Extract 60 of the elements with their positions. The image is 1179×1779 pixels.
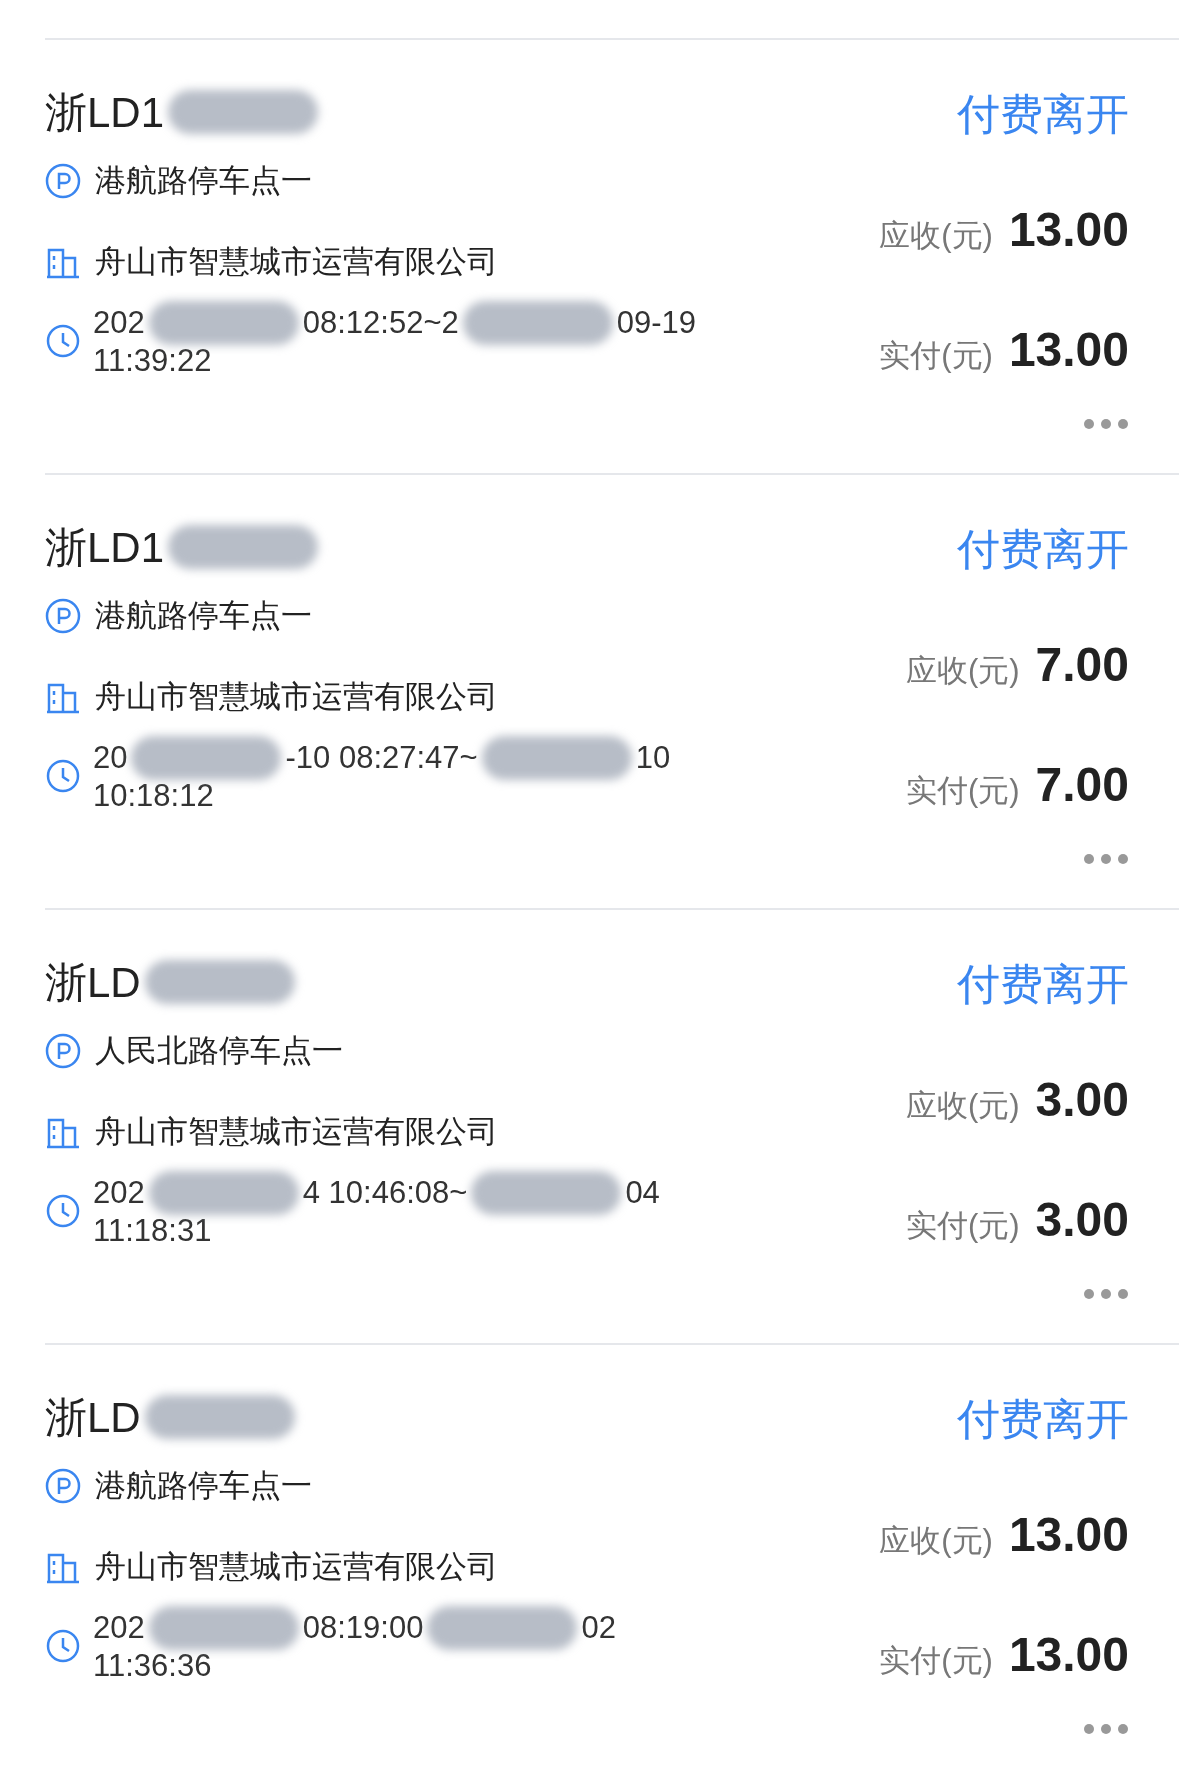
parking-icon [45,1468,81,1505]
company-name: 舟山市智慧城市运营有限公司 [95,242,498,281]
time-text: 10:18:12 [93,778,215,814]
location-name: 港航路停车点一 [95,162,312,200]
amount-label: 应收(元) [905,652,1020,690]
company-name: 舟山市智慧城市运营有限公司 [95,1547,498,1586]
plate-number: 浙LD [45,957,141,1008]
time-text: 4 10:46:08~ [302,1175,468,1211]
parking-icon [45,598,81,635]
time-text: 202 [93,1175,145,1211]
time-text: 10 [635,740,671,776]
plate-number: 浙LD1 [45,522,165,573]
amount-label: 应收(元) [879,1522,993,1560]
time-text: 02 [581,1610,616,1646]
amount-value: 7.00 [1035,637,1129,693]
time-text: 08:19:00 [302,1610,424,1646]
time-text: 202 [93,1610,145,1646]
clock-icon [45,1193,81,1229]
pay-leave-button[interactable]: 付费离开 [957,1387,1129,1447]
amount-value: 13.00 [1008,322,1129,378]
time-text: -10 08:27:47~ [285,740,478,776]
clock-icon [45,758,81,794]
location-name: 港航路停车点一 [95,597,312,635]
time-text: 11:36:36 [93,1648,213,1684]
clock-icon [45,1628,81,1664]
parking-icon [45,1033,81,1070]
more-icon[interactable] [1083,1723,1129,1735]
more-icon[interactable] [1083,1288,1129,1300]
amount-label: 实付(元) [905,772,1020,810]
amount-value: 13.00 [1008,1507,1129,1563]
amount-label: 应收(元) [905,1087,1020,1125]
location-name: 人民北路停车点一 [95,1032,343,1070]
plate-number: 浙LD1 [45,87,165,138]
amount-value: 3.00 [1035,1192,1129,1248]
time-text: 04 [625,1175,660,1211]
more-icon[interactable] [1083,418,1129,430]
time-text: 20 [93,740,128,776]
company-name: 舟山市智慧城市运营有限公司 [95,677,498,716]
pay-leave-button[interactable]: 付费离开 [957,952,1129,1012]
amount-label: 实付(元) [879,1642,993,1680]
amount-label: 应收(元) [879,217,993,255]
time-text: 202 [93,305,145,341]
more-icon[interactable] [1083,853,1129,865]
pay-leave-button[interactable]: 付费离开 [957,82,1129,142]
time-text: 11:18:31 [93,1213,213,1249]
parking-icon [45,163,81,200]
time-text: 08:12:52~2 [302,305,459,341]
pay-leave-button[interactable]: 付费离开 [957,517,1129,577]
plate-number: 浙LD [45,1392,141,1443]
amount-value: 13.00 [1008,1627,1129,1683]
amount-value: 3.00 [1035,1072,1129,1128]
amount-value: 13.00 [1008,202,1129,258]
time-text: 11:39:22 [93,343,213,379]
time-text: 09-19 [616,305,697,341]
company-name: 舟山市智慧城市运营有限公司 [95,1112,498,1151]
location-name: 港航路停车点一 [95,1467,312,1505]
amount-label: 实付(元) [905,1207,1020,1245]
amount-value: 7.00 [1035,757,1129,813]
amount-label: 实付(元) [879,337,993,375]
clock-icon [45,323,81,359]
